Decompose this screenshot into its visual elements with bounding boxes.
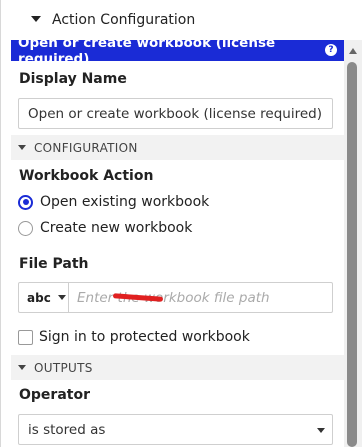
operator-select[interactable]: is stored as: [18, 414, 333, 445]
protected-workbook-checkbox[interactable]: [18, 329, 33, 345]
action-configuration-panel: Action Configuration Open or create work…: [0, 0, 345, 447]
workbook-action-label: Workbook Action: [19, 168, 154, 184]
radio-create-new[interactable]: Create new workbook: [18, 220, 192, 236]
triangle-down-icon: [31, 16, 41, 22]
display-name-input[interactable]: Open or create workbook (license require…: [18, 98, 333, 129]
action-title-bar: Open or create workbook (license require…: [11, 35, 345, 67]
help-icon[interactable]: ?: [325, 44, 337, 56]
configuration-group-label: CONFIGURATION: [34, 140, 138, 155]
display-name-label: Display Name: [19, 71, 127, 87]
value-type-text: abc: [27, 290, 51, 305]
outputs-group-header[interactable]: OUTPUTS: [11, 355, 345, 380]
radio-open-existing[interactable]: Open existing workbook: [18, 194, 209, 210]
file-path-label: File Path: [19, 256, 89, 272]
scroll-up-arrow-icon[interactable]: [349, 48, 357, 54]
value-type-dropdown[interactable]: abc: [19, 283, 69, 312]
operator-label: Operator: [19, 387, 90, 403]
dropdown-arrow-icon: [57, 295, 66, 300]
dropdown-arrow-icon: [317, 428, 325, 433]
action-title-text: Open or create workbook (license require…: [18, 34, 276, 67]
configuration-group-header[interactable]: CONFIGURATION: [11, 135, 345, 160]
radio-create-new-label: Create new workbook: [40, 220, 193, 236]
operator-value: is stored as: [28, 421, 106, 438]
chevron-down-icon: [18, 145, 26, 150]
scrollbar-thumb[interactable]: [347, 62, 357, 447]
radio-open-existing-label: Open existing workbook: [40, 194, 210, 210]
file-path-input[interactable]: [69, 283, 332, 312]
protected-workbook-label: Sign in to protected workbook: [39, 329, 250, 345]
radio-create-new-button[interactable]: [18, 220, 33, 236]
protected-workbook-checkbox-row[interactable]: Sign in to protected workbook: [18, 329, 250, 345]
vertical-scrollbar[interactable]: [344, 40, 362, 447]
section-title: Action Configuration: [52, 12, 196, 28]
file-path-field: abc: [18, 282, 333, 313]
chevron-down-icon: [18, 365, 26, 370]
radio-open-existing-button[interactable]: [18, 194, 33, 210]
outputs-group-label: OUTPUTS: [34, 360, 93, 375]
